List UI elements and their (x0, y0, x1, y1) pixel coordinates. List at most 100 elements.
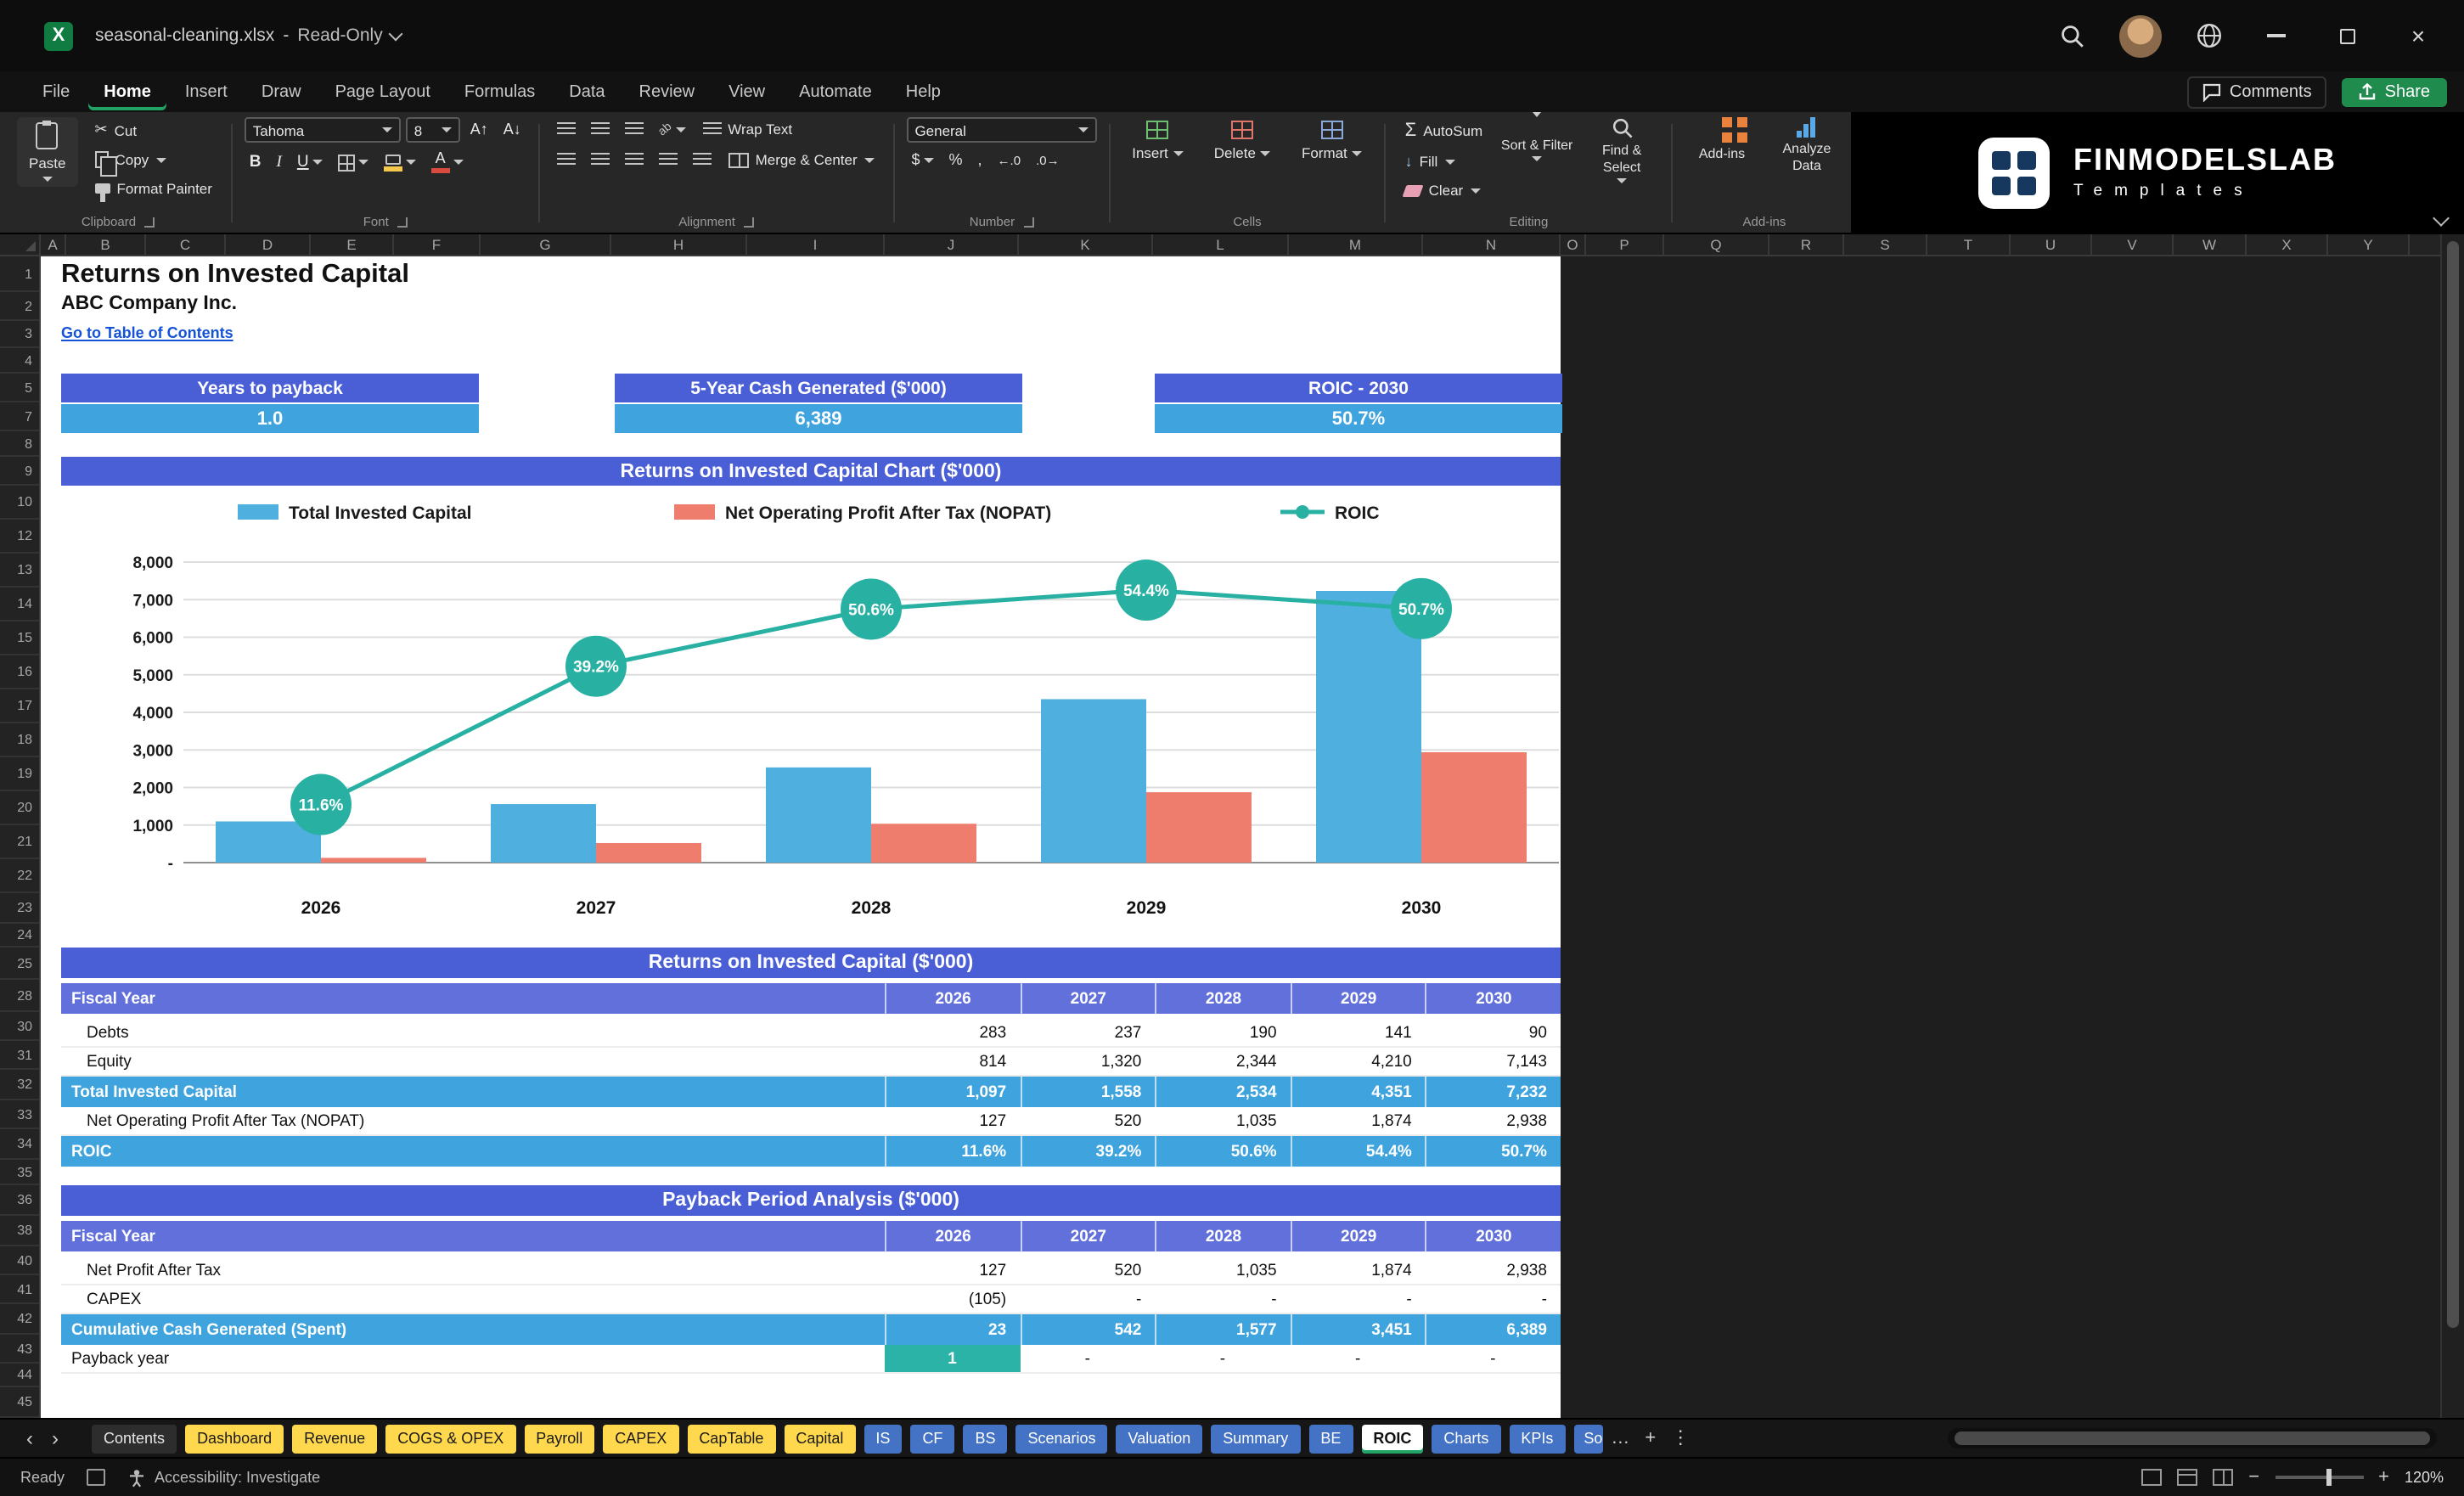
cut-button[interactable]: ✂ Cut (88, 117, 219, 143)
cell[interactable]: 814 (885, 1048, 1020, 1075)
col-header-U[interactable]: U (2011, 234, 2092, 255)
next-sheet-button[interactable]: › (42, 1428, 68, 1448)
sheet-tab-roic[interactable]: ROIC (1361, 1424, 1424, 1453)
merge-center-button[interactable]: Merge & Center (722, 148, 881, 172)
fill-color-button[interactable] (379, 152, 421, 172)
paste-button[interactable]: Paste (17, 117, 78, 187)
page-layout-view-icon[interactable] (2177, 1469, 2198, 1486)
minimize-button[interactable] (2257, 17, 2294, 54)
cell[interactable]: 50.6% (1155, 1136, 1290, 1167)
row-header-21[interactable]: 21 (0, 825, 39, 859)
row-header-30[interactable]: 30 (0, 1012, 39, 1041)
fill-button[interactable]: ↓ Fill (1398, 149, 1490, 173)
horizontal-scrollbar[interactable] (1948, 1428, 2437, 1448)
cell[interactable]: - (1155, 1345, 1290, 1372)
vertical-scrollbar[interactable] (2440, 234, 2464, 1418)
increase-indent-button[interactable] (688, 151, 717, 168)
row-header-20[interactable]: 20 (0, 791, 39, 825)
menu-page-layout[interactable]: Page Layout (320, 74, 446, 110)
increase-decimal-button[interactable]: ←.0 (993, 150, 1027, 169)
sheet-tab-charts[interactable]: Charts (1432, 1424, 1501, 1453)
font-size-combo[interactable]: 8 (405, 117, 460, 143)
zoom-level[interactable]: 120% (2405, 1469, 2444, 1486)
cell[interactable]: 141 (1291, 1019, 1426, 1046)
cell[interactable]: 11.6% (885, 1136, 1020, 1167)
col-header-A[interactable]: A (41, 234, 66, 255)
underline-button[interactable]: U (292, 151, 328, 173)
decrease-decimal-button[interactable]: .0→ (1031, 150, 1065, 169)
cell[interactable]: - (1426, 1285, 1561, 1313)
zoom-out-button[interactable]: − (2248, 1467, 2259, 1487)
cell[interactable]: 6,389 (1425, 1314, 1561, 1345)
row-header-1[interactable]: 1 (0, 256, 39, 292)
cell[interactable]: 237 (1020, 1019, 1155, 1046)
row-header-24[interactable]: 24 (0, 924, 39, 948)
sheet-tab-is[interactable]: IS (864, 1424, 903, 1453)
col-header-Y[interactable]: Y (2328, 234, 2410, 255)
row-header-4[interactable]: 4 (0, 348, 39, 374)
bottom-align-button[interactable] (620, 121, 649, 138)
sheet-tab-kpis[interactable]: KPIs (1509, 1424, 1566, 1453)
row-header-16[interactable]: 16 (0, 655, 39, 689)
col-header-L[interactable]: L (1153, 234, 1289, 255)
col-header-F[interactable]: F (394, 234, 481, 255)
search-icon[interactable] (2060, 23, 2085, 48)
cell[interactable]: 1,097 (885, 1077, 1020, 1107)
menu-draw[interactable]: Draw (246, 74, 317, 110)
row-header-28[interactable]: 28 (0, 980, 39, 1012)
font-color-button[interactable]: A (426, 149, 469, 175)
font-name-combo[interactable]: Tahoma (244, 117, 401, 143)
sheet-tab-capex[interactable]: CAPEX (603, 1424, 679, 1453)
cell[interactable]: 1,035 (1155, 1107, 1290, 1134)
col-header-X[interactable]: X (2247, 234, 2328, 255)
cell[interactable]: 3,451 (1290, 1314, 1426, 1345)
row-header-45[interactable]: 45 (0, 1387, 39, 1418)
currency-button[interactable]: $ (906, 149, 938, 170)
row-header-7[interactable]: 7 (0, 402, 39, 431)
menu-home[interactable]: Home (88, 74, 166, 110)
cell[interactable]: 1,577 (1155, 1314, 1290, 1345)
row-header-38[interactable]: 38 (0, 1216, 39, 1246)
menu-data[interactable]: Data (554, 74, 620, 110)
row-header-25[interactable]: 25 (0, 948, 39, 980)
bold-button[interactable]: B (245, 151, 267, 173)
cell[interactable]: 90 (1426, 1019, 1561, 1046)
cell[interactable]: 2,344 (1155, 1048, 1290, 1075)
more-sheets-button[interactable]: … (1611, 1428, 1629, 1448)
page-break-view-icon[interactable] (2213, 1469, 2234, 1486)
cell[interactable]: 4,210 (1291, 1048, 1426, 1075)
row-header-43[interactable]: 43 (0, 1335, 39, 1364)
format-cells-button[interactable]: Format (1291, 117, 1373, 165)
cell[interactable]: - (1020, 1345, 1155, 1372)
user-avatar[interactable] (2119, 14, 2162, 57)
new-sheet-button[interactable]: + (1645, 1428, 1656, 1448)
percent-button[interactable]: % (943, 149, 967, 170)
align-center-button[interactable] (586, 151, 615, 168)
menu-view[interactable]: View (713, 74, 780, 110)
insert-cells-button[interactable]: Insert (1122, 117, 1194, 165)
share-button[interactable]: Share (2342, 77, 2447, 106)
cell[interactable]: 1,874 (1291, 1107, 1426, 1134)
dialog-launcher-icon[interactable] (1023, 217, 1034, 227)
col-header-B[interactable]: B (66, 234, 146, 255)
col-header-Q[interactable]: Q (1664, 234, 1769, 255)
align-left-button[interactable] (552, 151, 581, 168)
chevron-down-icon[interactable] (389, 25, 404, 41)
horizontal-scrollbar-thumb[interactable] (1955, 1431, 2430, 1445)
find-select-button[interactable]: Find & Select (1584, 117, 1659, 184)
col-header-W[interactable]: W (2174, 234, 2247, 255)
wrap-text-button[interactable]: Wrap Text (695, 117, 799, 141)
number-format-combo[interactable]: General (906, 117, 1097, 143)
row-header-33[interactable]: 33 (0, 1100, 39, 1129)
vertical-scrollbar-thumb[interactable] (2447, 241, 2459, 1328)
top-align-button[interactable] (552, 121, 581, 138)
collapse-ribbon-icon[interactable] (2433, 210, 2450, 227)
close-button[interactable]: × (2399, 17, 2437, 54)
col-header-I[interactable]: I (747, 234, 885, 255)
sheet-tab-revenue[interactable]: Revenue (292, 1424, 378, 1453)
sheet-options-button[interactable]: ⋮ (1671, 1428, 1690, 1448)
col-header-S[interactable]: S (1844, 234, 1927, 255)
sheet-tab-cogs-opex[interactable]: COGS & OPEX (385, 1424, 516, 1453)
row-header-8[interactable]: 8 (0, 431, 39, 457)
col-header-R[interactable]: R (1769, 234, 1844, 255)
